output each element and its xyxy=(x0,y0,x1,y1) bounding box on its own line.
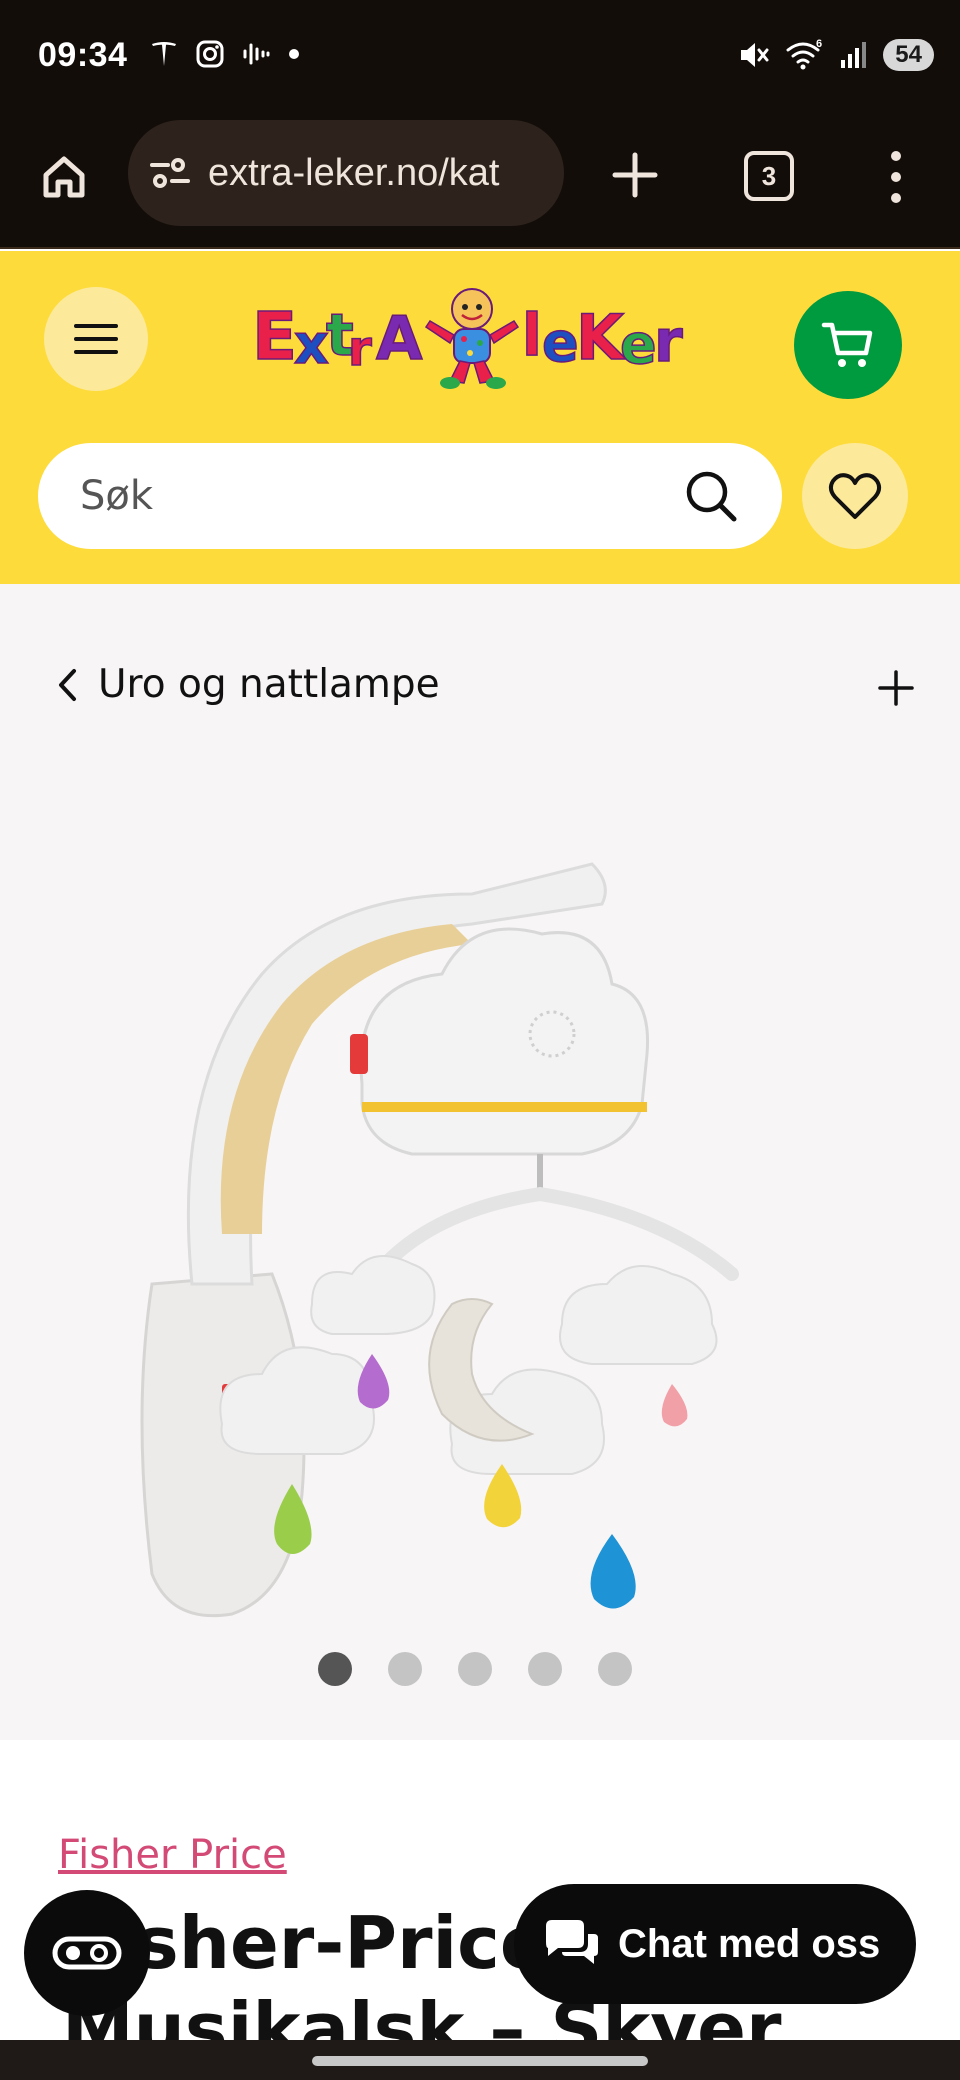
tab-switcher-button[interactable]: 3 xyxy=(744,151,794,201)
dot-icon xyxy=(289,49,299,59)
svg-text:A: A xyxy=(376,304,423,374)
svg-text:e: e xyxy=(542,311,579,374)
new-tab-button[interactable] xyxy=(604,144,666,206)
expand-categories-button[interactable] xyxy=(872,664,920,712)
signal-icon xyxy=(841,42,867,68)
brand-link[interactable]: Fisher Price xyxy=(58,1832,287,1878)
soundwave-icon xyxy=(243,43,270,65)
plus-icon xyxy=(878,670,914,706)
wifi-icon: 6 xyxy=(786,38,822,70)
accessibility-toggle-icon xyxy=(52,1936,122,1970)
system-nav-bar xyxy=(0,2040,960,2080)
site-header: E x t r A l e K e r xyxy=(0,251,960,584)
product-gallery: Uro og nattlampe xyxy=(0,584,960,1740)
breadcrumb-label: Uro og nattlampe xyxy=(98,662,440,707)
svg-text:r: r xyxy=(654,307,683,375)
gallery-dot[interactable] xyxy=(318,1652,352,1686)
chat-button[interactable]: Chat med oss xyxy=(514,1884,916,2004)
chat-label: Chat med oss xyxy=(618,1921,881,1966)
menu-dot xyxy=(891,193,901,203)
menu-dot xyxy=(891,151,901,161)
hamburger-line xyxy=(74,350,118,354)
status-icons-right: 6 54 xyxy=(737,38,934,72)
svg-text:r: r xyxy=(348,321,372,377)
site-settings-icon[interactable] xyxy=(148,155,192,191)
hamburger-line xyxy=(74,337,118,341)
chevron-left-icon xyxy=(59,668,76,701)
svg-text:x: x xyxy=(294,313,329,376)
gallery-dot[interactable] xyxy=(458,1652,492,1686)
svg-text:l: l xyxy=(522,301,542,369)
address-bar[interactable]: extra-leker.no/kat xyxy=(128,120,564,226)
gallery-dot[interactable] xyxy=(598,1652,632,1686)
wishlist-button[interactable] xyxy=(802,443,908,549)
search-input[interactable] xyxy=(80,473,682,519)
accessibility-button[interactable] xyxy=(24,1890,150,2016)
svg-text:6: 6 xyxy=(816,38,822,50)
mute-icon xyxy=(741,43,769,67)
svg-text:E: E xyxy=(252,298,297,375)
gallery-pagination xyxy=(318,1652,632,1686)
chat-bubble-icon xyxy=(546,1920,598,1964)
url-text: extra-leker.no/kat xyxy=(208,151,500,194)
search-icon[interactable] xyxy=(682,467,740,525)
cart-icon xyxy=(821,322,873,367)
cart-button[interactable] xyxy=(794,291,902,399)
svg-text:K: K xyxy=(576,301,626,374)
menu-dot xyxy=(891,172,901,182)
home-button[interactable] xyxy=(34,147,94,207)
browser-menu-button[interactable] xyxy=(876,145,916,209)
gallery-dot[interactable] xyxy=(528,1652,562,1686)
product-image[interactable] xyxy=(112,854,852,1634)
search-box[interactable] xyxy=(38,443,782,549)
hamburger-line xyxy=(74,324,118,328)
status-time: 09:34 xyxy=(38,36,128,74)
tesla-icon xyxy=(152,42,176,66)
home-icon xyxy=(43,156,85,198)
mascot-figure xyxy=(424,288,520,389)
status-icons-left xyxy=(148,38,302,70)
instagram-icon xyxy=(196,40,224,68)
status-bar: 09:34 6 54 xyxy=(0,0,960,115)
gesture-handle[interactable] xyxy=(312,2056,648,2066)
breadcrumb[interactable]: Uro og nattlampe xyxy=(56,662,440,707)
plus-icon xyxy=(612,152,658,198)
browser-toolbar: extra-leker.no/kat 3 xyxy=(0,115,960,249)
hamburger-menu-button[interactable] xyxy=(44,287,148,391)
gallery-dot[interactable] xyxy=(388,1652,422,1686)
heart-icon xyxy=(828,473,882,519)
extra-leker-logo[interactable]: E x t r A l e K e r xyxy=(250,281,700,391)
svg-text:e: e xyxy=(620,313,657,376)
battery-icon: 54 xyxy=(883,39,934,71)
